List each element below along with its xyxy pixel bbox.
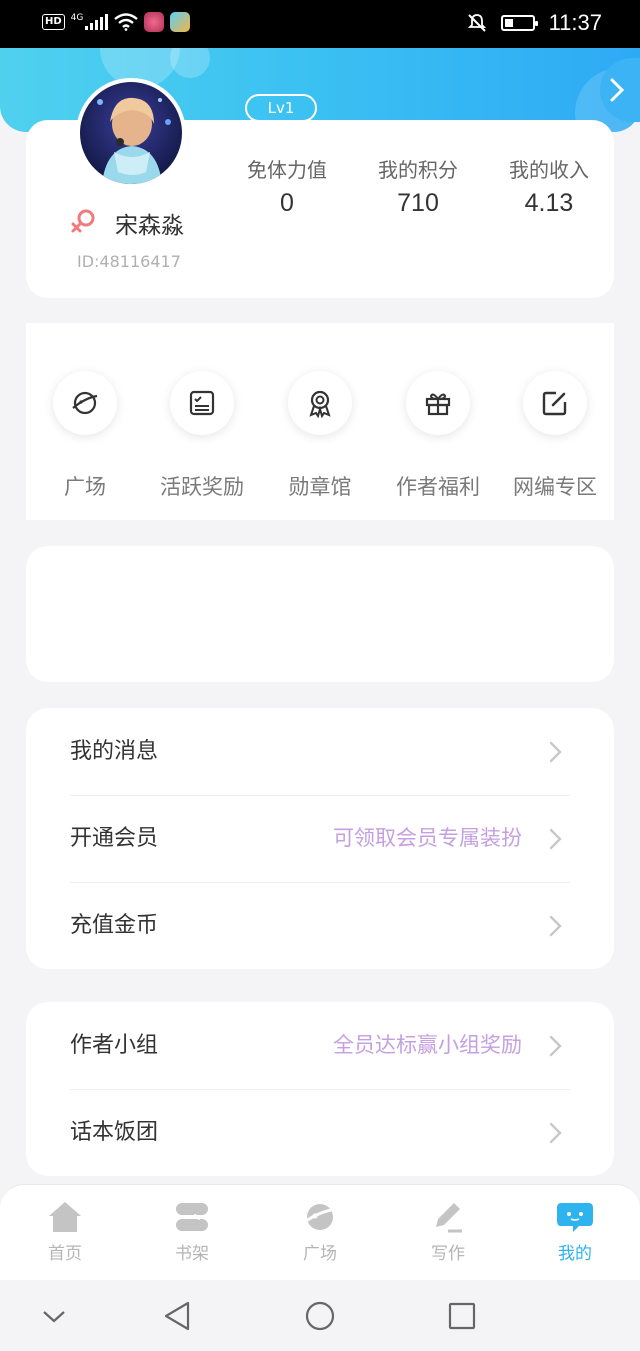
checklist-icon (189, 390, 215, 416)
stat-points[interactable]: 我的积分 710 (358, 154, 478, 218)
quick-action-activity-reward[interactable]: 活跃奖励 (143, 371, 261, 501)
app-notification-icon (170, 12, 191, 32)
menu-item-label: 充值金币 (70, 913, 159, 938)
tab-label: 我的 (558, 1244, 592, 1264)
avatar[interactable] (76, 78, 186, 188)
stat-value: 4.13 (524, 189, 574, 217)
level-badge: Lv1 (245, 94, 317, 122)
stat-stamina[interactable]: 免体力值 0 (227, 154, 347, 218)
app-notification-icon (144, 12, 165, 32)
wifi-icon (114, 13, 139, 31)
tab-label: 首页 (48, 1244, 82, 1264)
quick-action-label: 勋章馆 (288, 475, 352, 499)
quick-action-label: 广场 (64, 475, 106, 499)
back-icon[interactable] (160, 1298, 196, 1334)
banner-placeholder-card (26, 546, 614, 682)
tab-label: 写作 (431, 1244, 465, 1264)
menu-item-messages[interactable]: 我的消息 (26, 708, 614, 795)
quick-action-label: 网编专区 (513, 475, 597, 499)
tab-home[interactable]: 首页 (25, 1199, 105, 1264)
menu-item-fan-club[interactable]: 话本饭团 (26, 1089, 614, 1176)
menu-item-label: 开通会员 (70, 826, 159, 851)
tab-label: 书架 (175, 1244, 209, 1264)
quick-action-author-benefits[interactable]: 作者福利 (379, 371, 497, 501)
menu-item-membership[interactable]: 开通会员 可领取会员专属装扮 (26, 795, 614, 882)
menu-item-label: 作者小组 (70, 1033, 159, 1058)
menu-item-recharge-coins[interactable]: 充值金币 (26, 882, 614, 969)
edit-icon (542, 391, 567, 416)
menu-item-hint: 可领取会员专属装扮 (333, 826, 522, 850)
stat-label: 免体力值 (247, 158, 327, 182)
username: 宋森淼 (115, 213, 184, 239)
gift-icon (425, 393, 451, 416)
tab-bookshelf[interactable]: 书架 (152, 1199, 232, 1264)
female-icon (71, 209, 95, 233)
menu-item-author-group[interactable]: 作者小组 全员达标赢小组奖励 (26, 1002, 614, 1089)
stat-income[interactable]: 我的收入 4.13 (489, 154, 609, 218)
chevron-right-icon (549, 828, 562, 850)
bookshelf-icon (176, 1203, 208, 1231)
menu-item-label: 我的消息 (70, 739, 159, 764)
chevron-right-icon (549, 1035, 562, 1057)
chevron-right-icon (549, 741, 562, 763)
quick-action-medal-hall[interactable]: 勋章馆 (261, 371, 379, 501)
stat-value: 710 (397, 189, 439, 217)
medal-icon (309, 390, 331, 418)
chevron-right-icon (549, 915, 562, 937)
pen-icon (436, 1203, 462, 1233)
planet-icon (302, 1204, 338, 1230)
status-bar: HD 4G 11:37 (0, 0, 640, 48)
collapse-nav-icon[interactable] (36, 1298, 72, 1334)
battery-icon (500, 15, 538, 31)
recent-apps-icon[interactable] (444, 1298, 480, 1334)
bottom-tab-bar: 首页 书架 广场 写作 我的 (0, 1184, 640, 1280)
quick-actions-panel: 广场 活跃奖励 勋章馆 作者福利 网编专区 (26, 323, 614, 520)
tab-write[interactable]: 写作 (408, 1199, 488, 1264)
tab-label: 广场 (303, 1244, 337, 1264)
quick-action-plaza[interactable]: 广场 (26, 371, 144, 501)
menu-group-community: 作者小组 全员达标赢小组奖励 话本饭团 (26, 1002, 614, 1176)
chevron-right-icon (610, 78, 625, 102)
menu-item-hint: 全员达标赢小组奖励 (333, 1033, 522, 1057)
network-type: 4G (70, 13, 84, 23)
planet-icon (72, 391, 98, 415)
clock: 11:37 (548, 10, 602, 35)
home-icon (49, 1202, 81, 1232)
menu-group-account: 我的消息 开通会员 可领取会员专属装扮 充值金币 (26, 708, 614, 969)
stat-label: 我的积分 (378, 158, 458, 182)
system-navigation-bar (0, 1280, 640, 1351)
signal-icon (85, 14, 109, 30)
home-circle-icon[interactable] (302, 1298, 338, 1334)
quick-action-label: 作者福利 (396, 475, 480, 499)
chat-bubble-icon (557, 1203, 593, 1232)
chevron-right-icon (549, 1122, 562, 1144)
user-id: ID:48116417 (77, 252, 181, 271)
stat-value: 0 (280, 189, 294, 217)
quick-action-editor-zone[interactable]: 网编专区 (496, 371, 614, 501)
hd-badge: HD (42, 14, 65, 30)
quick-action-label: 活跃奖励 (160, 475, 244, 499)
tab-me[interactable]: 我的 (535, 1199, 615, 1264)
tab-plaza[interactable]: 广场 (280, 1199, 360, 1264)
mute-icon (467, 14, 486, 32)
stat-label: 我的收入 (509, 158, 589, 182)
menu-item-label: 话本饭团 (70, 1120, 159, 1145)
